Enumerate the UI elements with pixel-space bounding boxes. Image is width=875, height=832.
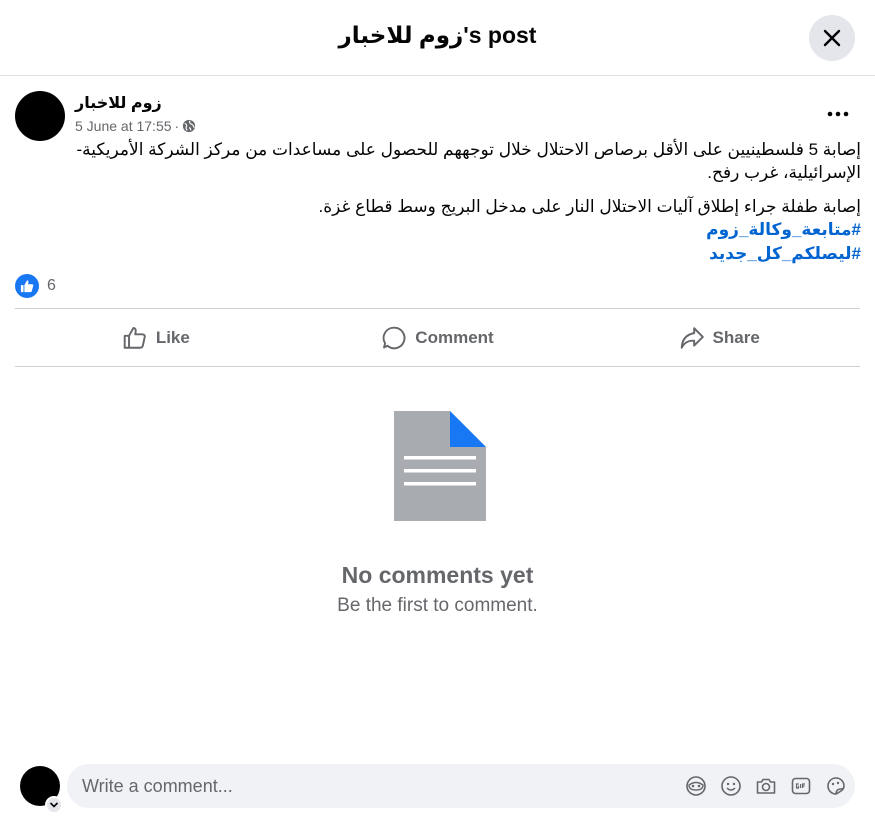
sticker-button[interactable] xyxy=(825,773,847,799)
camera-icon xyxy=(756,778,776,794)
share-icon xyxy=(680,326,704,349)
document-icon xyxy=(394,411,486,521)
avatar-sticker-button[interactable] xyxy=(685,773,707,799)
post-timestamp[interactable]: 5 June at 17:55 xyxy=(75,118,172,134)
like-button[interactable]: Like xyxy=(15,309,297,366)
author-name[interactable]: زوم للاخبار xyxy=(75,93,162,113)
post-actions-bar: Like Comment Share xyxy=(15,308,860,367)
like-icon xyxy=(123,326,146,349)
emoji-icon xyxy=(721,776,741,796)
share-button[interactable]: Share xyxy=(578,309,860,366)
like-label: Like xyxy=(155,327,190,347)
hashtag-link[interactable]: #ليصلكم_كل_جديد xyxy=(15,242,861,265)
share-label: Share xyxy=(712,327,760,347)
gif-icon xyxy=(791,777,811,795)
close-icon xyxy=(823,29,841,47)
comment-button[interactable]: Comment xyxy=(297,309,579,366)
more-options-button[interactable] xyxy=(818,100,858,128)
dialog-header: زوم للاخبار's post xyxy=(0,0,875,76)
avatar-sticker-icon xyxy=(686,776,706,796)
globe-icon xyxy=(183,119,196,133)
post-meta: 5 June at 17:55 · xyxy=(75,118,196,134)
comment-label: Comment xyxy=(415,327,494,347)
more-icon xyxy=(827,111,849,117)
emoji-button[interactable] xyxy=(720,773,742,799)
chevron-down-icon[interactable] xyxy=(45,796,63,814)
hashtag-link[interactable]: #متابعة_وكالة_زوم xyxy=(15,218,861,241)
empty-comments-subtitle: Be the first to comment. xyxy=(337,595,538,616)
comment-input[interactable] xyxy=(82,764,662,808)
post-paragraph: إصابة طفلة جراء إطلاق آليات الاحتلال الن… xyxy=(318,197,861,216)
author-avatar[interactable] xyxy=(15,91,65,141)
comment-icon xyxy=(382,326,406,349)
close-button[interactable] xyxy=(809,15,855,61)
dialog-title: زوم للاخبار's post xyxy=(338,22,537,48)
composer-tools xyxy=(685,773,847,799)
like-reaction-icon xyxy=(15,274,39,298)
sticker-icon xyxy=(827,777,845,795)
reaction-count: 6 xyxy=(47,277,56,294)
gif-button[interactable] xyxy=(790,773,812,799)
empty-comments-title: No comments yet xyxy=(341,562,534,588)
camera-button[interactable] xyxy=(755,773,777,799)
comment-composer xyxy=(67,764,855,808)
reaction-summary[interactable]: 6 xyxy=(15,274,56,298)
meta-separator: · xyxy=(174,118,180,134)
post-paragraph: إصابة 5 فلسطينيين على الأقل برصاص الاحتل… xyxy=(76,140,861,182)
